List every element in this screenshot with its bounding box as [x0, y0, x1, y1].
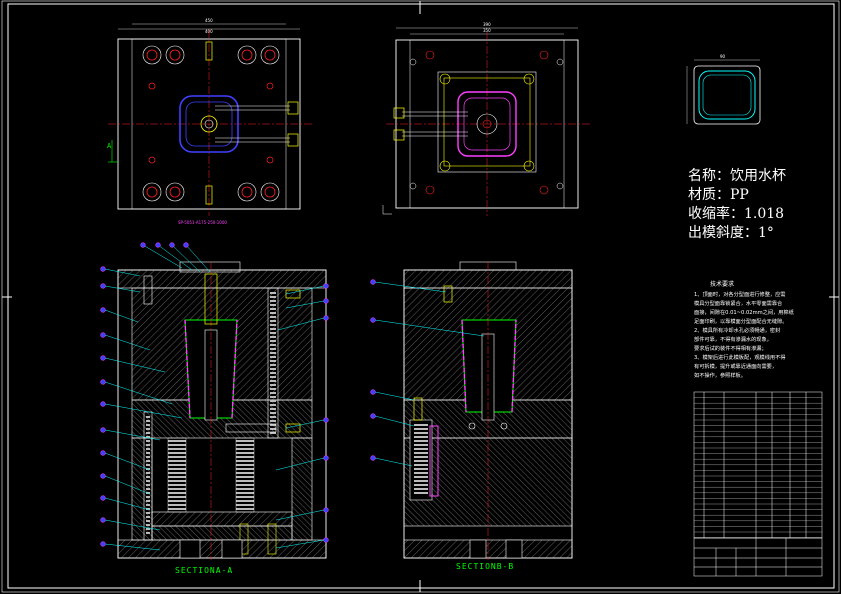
cad-drawing-sheet: 450 400 A [1, 0, 840, 593]
section-view-b: SECTIONB-B [403, 261, 573, 571]
svg-text:90: 90 [720, 54, 726, 59]
parts-list-table [693, 391, 823, 577]
tech-notes-title: 技术要求 [710, 280, 734, 288]
spec-name: 名称：饮用水杯 [688, 168, 786, 184]
tech-note-line: 如不操作，参照样板。 [694, 371, 746, 379]
tech-note-line: 足面印刷，以靠模面分型面配合无缝隙。 [694, 317, 787, 325]
tech-note-line: 2、模具所有冷却水孔必须畅通，密封 [694, 326, 780, 334]
plan-view-cavity: 390 350 [382, 22, 590, 216]
tech-note-line: 部件可靠，不得有渗漏水的现象， [694, 335, 772, 343]
tech-note-line: 有可拆模，提升或靠近通面向需要， [694, 362, 777, 370]
tech-note-line: 模具分型面靠锁紧合，水平零面需靠合 [694, 299, 783, 307]
svg-text:390: 390 [483, 22, 491, 27]
svg-text:SP-5051-A175-250-1000: SP-5051-A175-250-1000 [178, 220, 227, 225]
section-mark-a: A [107, 142, 112, 150]
spec-shrinkage: 收缩率：1.018 [688, 205, 784, 222]
spec-draft: 出模斜度：1° [688, 225, 774, 241]
part-plan-view: 90 [686, 54, 761, 125]
tech-note-line: 3、模架后进行此模板配，观模线用不得 [694, 353, 786, 361]
svg-text:450: 450 [205, 18, 213, 23]
spec-material: 材质：PP [688, 187, 749, 203]
section-b-balloons [370, 279, 376, 461]
tech-note-line: 要求后试的装件不得相有渗漏； [694, 344, 767, 352]
plan-view-core: 450 400 A [107, 18, 312, 225]
section-b-label: SECTIONB-B [456, 562, 514, 571]
section-a-label: SECTIONA-A [175, 566, 233, 575]
tech-note-line: 1、顶面时，对各分型面进行修整，应需 [694, 290, 786, 298]
tech-note-line: 面接，间隙在0.01~0.02mm之间，用棉纸 [694, 308, 794, 316]
spec-block: 名称：饮用水杯 材质：PP 收缩率：1.018 出模斜度：1° [688, 168, 786, 241]
tech-notes: 技术要求 1、顶面时，对各分型面进行修整，应需 模具分型面靠锁紧合，水平零面需靠… [694, 280, 794, 379]
